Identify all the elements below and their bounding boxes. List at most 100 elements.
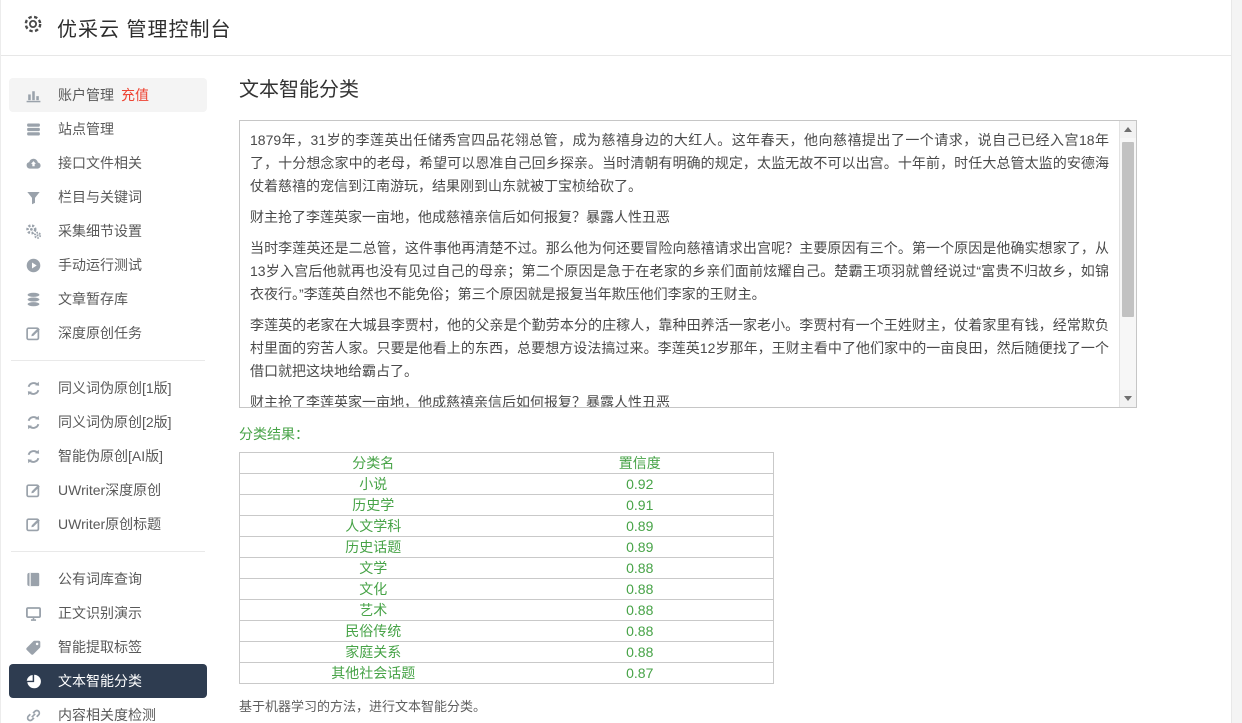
monitor-icon [25, 605, 42, 622]
sidebar-item-label: 账户管理 [58, 85, 114, 105]
confidence-cell: 0.89 [507, 516, 774, 537]
category-cell: 人文学科 [240, 516, 507, 537]
confidence-cell: 0.88 [507, 642, 774, 663]
category-column-header: 分类名 [240, 453, 507, 474]
classification-input-textarea[interactable]: 1879年，31岁的李莲英出任储秀宫四品花翎总管，成为慈禧身边的大红人。这年春天… [239, 120, 1137, 408]
page-scrollbar[interactable] [1231, 0, 1242, 723]
database-icon [25, 291, 42, 308]
sidebar-item-columns-keywords[interactable]: 栏目与关键词 [9, 180, 207, 214]
confidence-cell: 0.92 [507, 474, 774, 495]
bar-chart-icon [25, 87, 42, 104]
table-header-row: 分类名 置信度 [240, 453, 774, 474]
sidebar-item-account-management[interactable]: 账户管理 充值 [9, 78, 207, 112]
table-row: 艺术0.88 [240, 600, 774, 621]
input-text[interactable]: 1879年，31岁的李莲英出任储秀宫四品花翎总管，成为慈禧身边的大红人。这年春天… [240, 121, 1119, 407]
sidebar-item-label: 手动运行测试 [58, 255, 142, 275]
sidebar-item-smart-tag-extraction[interactable]: 智能提取标签 [9, 630, 207, 664]
category-cell: 历史学 [240, 495, 507, 516]
category-cell: 其他社会话题 [240, 663, 507, 684]
sidebar-item-label: 同义词伪原创[2版] [58, 412, 172, 432]
app-window: 优采云 管理控制台 账户管理 充值 站点管理 接口文件相关 [0, 0, 1242, 723]
sidebar-item-label: 深度原创任务 [58, 323, 142, 343]
table-row: 文学0.88 [240, 558, 774, 579]
tag-icon [25, 639, 42, 656]
app-header: 优采云 管理控制台 [1, 0, 1242, 56]
refresh-icon [25, 448, 42, 465]
edit-icon [25, 325, 42, 342]
sidebar-item-label: 内容相关度检测 [58, 705, 156, 723]
confidence-cell: 0.88 [507, 621, 774, 642]
sidebar-divider [11, 360, 205, 361]
confidence-cell: 0.89 [507, 537, 774, 558]
sidebar: 账户管理 充值 站点管理 接口文件相关 栏目与关键词 采集细节设置 [9, 78, 207, 723]
category-cell: 历史话题 [240, 537, 507, 558]
category-cell: 小说 [240, 474, 507, 495]
sidebar-item-label: 正文识别演示 [58, 603, 142, 623]
sidebar-item-label: 文章暂存库 [58, 289, 128, 309]
edit-icon [25, 482, 42, 499]
confidence-column-header: 置信度 [507, 453, 774, 474]
scroll-up-button[interactable] [1120, 121, 1136, 138]
page-title: 文本智能分类 [239, 76, 1139, 104]
play-circle-icon [25, 257, 42, 274]
sidebar-item-content-relevance[interactable]: 内容相关度检测 [9, 698, 207, 723]
table-row: 历史学0.91 [240, 495, 774, 516]
footnote: 基于机器学习的方法，进行文本智能分类。 [239, 696, 1139, 715]
confidence-cell: 0.88 [507, 579, 774, 600]
sidebar-item-interface-files[interactable]: 接口文件相关 [9, 146, 207, 180]
sidebar-item-article-staging[interactable]: 文章暂存库 [9, 282, 207, 316]
app-title: 优采云 管理控制台 [57, 13, 232, 42]
scrollbar-thumb[interactable] [1122, 142, 1134, 317]
sidebar-item-uwriter-deep-original[interactable]: UWriter深度原创 [9, 473, 207, 507]
table-row: 文化0.88 [240, 579, 774, 600]
category-cell: 文化 [240, 579, 507, 600]
gear-icon [22, 13, 44, 35]
sidebar-item-content-extraction-demo[interactable]: 正文识别演示 [9, 596, 207, 630]
server-icon [25, 121, 42, 138]
sidebar-item-label: 文本智能分类 [58, 671, 142, 691]
input-paragraph: 1879年，31岁的李莲英出任储秀宫四品花翎总管，成为慈禧身边的大红人。这年春天… [250, 129, 1109, 198]
input-paragraph: 当时李莲英还是二总管，这件事他再清楚不过。那么他为何还要冒险向慈禧请求出宫呢？主… [250, 237, 1109, 306]
sidebar-item-ai-rewrite[interactable]: 智能伪原创[AI版] [9, 439, 207, 473]
table-row: 历史话题0.89 [240, 537, 774, 558]
refresh-icon [25, 380, 42, 397]
category-cell: 文学 [240, 558, 507, 579]
sidebar-item-label: 接口文件相关 [58, 153, 142, 173]
classification-results-table: 分类名 置信度 小说0.92 历史学0.91 人文学科0.89 历史话题0.89… [239, 452, 774, 684]
results-label: 分类结果： [239, 424, 1139, 444]
category-cell: 家庭关系 [240, 642, 507, 663]
sidebar-item-synonym-rewrite-v1[interactable]: 同义词伪原创[1版] [9, 371, 207, 405]
sidebar-item-label: 采集细节设置 [58, 221, 142, 241]
sidebar-item-text-classification[interactable]: 文本智能分类 [9, 664, 207, 698]
sidebar-item-collection-settings[interactable]: 采集细节设置 [9, 214, 207, 248]
filter-icon [25, 189, 42, 206]
sidebar-item-synonym-rewrite-v2[interactable]: 同义词伪原创[2版] [9, 405, 207, 439]
confidence-cell: 0.87 [507, 663, 774, 684]
sidebar-item-deep-original-tasks[interactable]: 深度原创任务 [9, 316, 207, 350]
scroll-down-button[interactable] [1120, 390, 1136, 407]
sidebar-item-public-lexicon-query[interactable]: 公有词库查询 [9, 562, 207, 596]
sidebar-item-label: 同义词伪原创[1版] [58, 378, 172, 398]
sidebar-item-label: 栏目与关键词 [58, 187, 142, 207]
sidebar-item-uwriter-original-title[interactable]: UWriter原创标题 [9, 507, 207, 541]
table-row: 人文学科0.89 [240, 516, 774, 537]
pie-chart-icon [25, 673, 42, 690]
sidebar-item-site-management[interactable]: 站点管理 [9, 112, 207, 146]
sidebar-item-label: 智能伪原创[AI版] [58, 446, 163, 466]
sidebar-item-manual-run-test[interactable]: 手动运行测试 [9, 248, 207, 282]
book-icon [25, 571, 42, 588]
gears-icon [25, 223, 42, 240]
confidence-cell: 0.88 [507, 600, 774, 621]
confidence-cell: 0.88 [507, 558, 774, 579]
textarea-scrollbar[interactable] [1119, 121, 1136, 407]
sidebar-item-label: 智能提取标签 [58, 637, 142, 657]
edit-icon [25, 516, 42, 533]
cloud-upload-icon [25, 155, 42, 172]
table-row: 民俗传统0.88 [240, 621, 774, 642]
sidebar-item-label: UWriter深度原创 [58, 480, 161, 500]
refresh-icon [25, 414, 42, 431]
recharge-badge[interactable]: 充值 [121, 85, 149, 105]
table-row: 其他社会话题0.87 [240, 663, 774, 684]
main-content: 文本智能分类 1879年，31岁的李莲英出任储秀宫四品花翎总管，成为慈禧身边的大… [239, 76, 1139, 715]
category-cell: 艺术 [240, 600, 507, 621]
